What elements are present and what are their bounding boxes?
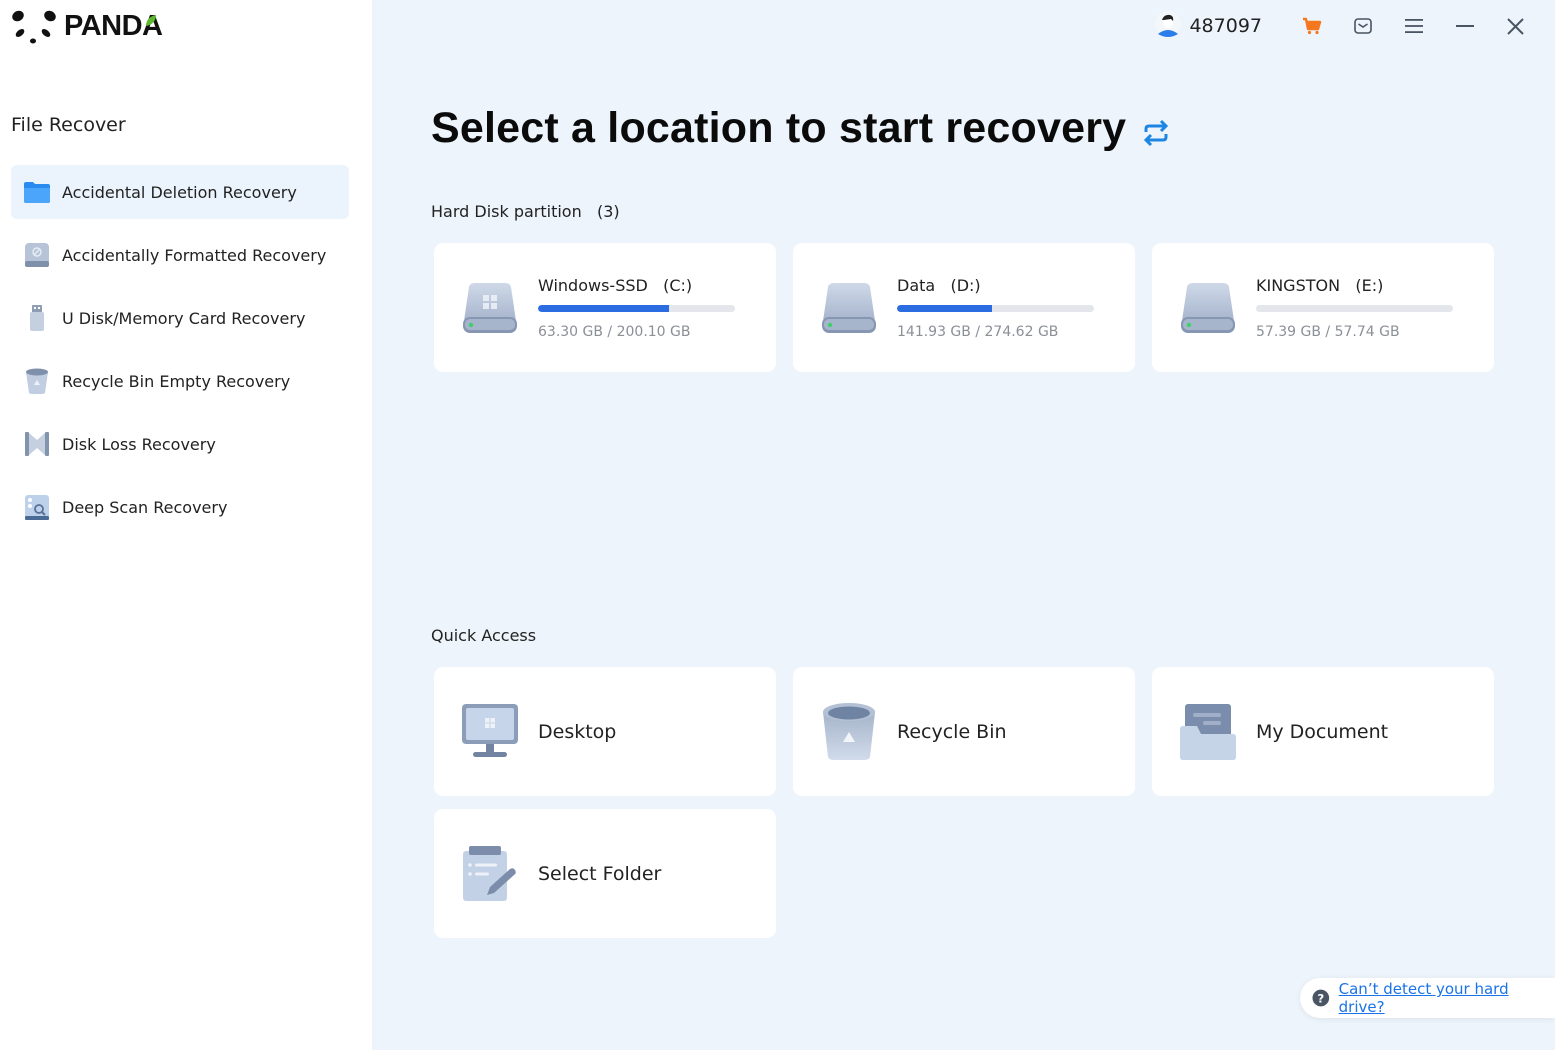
quick-access-select-folder[interactable]: Select Folder [434,809,776,938]
usage-bar-fill [897,304,993,312]
minimize-icon [1455,25,1474,27]
partition-card-d[interactable]: Data (D:) 141.93 GB / 274.62 GB [793,243,1135,372]
disk-loss-icon [23,430,51,458]
partition-size: 57.39 GB / 57.74 GB [1256,323,1400,340]
usage-bar [1256,304,1453,312]
sidebar-nav: Accidental Deletion Recovery Accidentall… [11,165,349,543]
partition-size: 141.93 GB / 274.62 GB [897,323,1059,340]
usb-drive-icon [23,304,51,332]
message-button[interactable] [1337,6,1388,46]
menu-button[interactable] [1388,6,1439,46]
desktop-icon [460,702,520,762]
partition-name: KINGSTON (E:) [1256,276,1453,295]
partition-card-c[interactable]: Windows-SSD (C:) 63.30 GB / 200.10 GB [434,243,776,372]
sidebar-item-deep-scan[interactable]: Deep Scan Recovery [11,480,349,534]
select-folder-icon [460,844,520,904]
formatted-disk-icon [23,241,51,269]
partition-label: Windows-SSD [538,275,648,295]
quick-access-label: Recycle Bin [897,720,1007,743]
partitions-label: Hard Disk partition [431,202,582,221]
document-folder-icon [1178,702,1238,762]
help-banner: ? Can’t detect your hard drive? [1300,978,1555,1018]
quick-access-recycle-bin[interactable]: Recycle Bin [793,667,1135,796]
page-title-text: Select a location to start recovery [431,104,1127,152]
cart-icon [1302,17,1321,35]
leaf-icon [146,15,156,26]
usage-bar [538,304,735,312]
panda-logo-icon [12,10,56,44]
quick-access-desktop[interactable]: Desktop [434,667,776,796]
partition-label: KINGSTON [1256,275,1341,295]
partition-card-e[interactable]: KINGSTON (E:) 57.39 GB / 57.74 GB [1152,243,1494,372]
section-title: File Recover [11,114,126,136]
partitions-count: (3) [597,202,620,221]
partition-letter: (C:) [663,275,693,295]
svg-text:?: ? [1317,991,1324,1005]
user-id: 487097 [1189,15,1262,37]
brand-logo: PANDA [10,6,163,46]
sidebar-item-label: Disk Loss Recovery [62,434,216,454]
question-icon: ? [1312,989,1330,1007]
page-title: Select a location to start recovery [431,104,1170,153]
partition-list: Windows-SSD (C:) 63.30 GB / 200.10 GB Da… [434,243,1494,372]
user-account[interactable]: 487097 [1155,11,1262,41]
message-icon [1353,18,1372,34]
partition-info: KINGSTON (E:) 57.39 GB / 57.74 GB [1256,276,1453,340]
partition-info: Windows-SSD (C:) 63.30 GB / 200.10 GB [538,276,735,340]
sidebar-item-label: Recycle Bin Empty Recovery [62,371,291,391]
sidebar-item-label: Accidental Deletion Recovery [62,182,297,202]
hard-drive-icon [819,278,879,338]
sidebar: PANDA File Recover Accidental Deletion R… [0,0,372,1050]
sidebar-item-label: U Disk/Memory Card Recovery [62,308,306,328]
usage-bar-fill [538,304,670,312]
partitions-heading: Hard Disk partition (3) [431,202,620,221]
partition-size: 63.30 GB / 200.10 GB [538,323,691,340]
quick-access-label: Select Folder [538,862,662,885]
partition-letter: (D:) [950,275,981,295]
windows-drive-icon [460,278,520,338]
partition-label: Data [897,275,936,295]
sidebar-item-accidental-deletion[interactable]: Accidental Deletion Recovery [11,165,349,219]
close-button[interactable] [1490,6,1541,46]
cant-detect-drive-link[interactable]: Can’t detect your hard drive? [1339,980,1555,1016]
sidebar-item-u-disk-memory-card[interactable]: U Disk/Memory Card Recovery [11,291,349,345]
refresh-icon [1144,119,1169,146]
recycle-bin-icon [23,367,51,395]
sidebar-item-label: Accidentally Formatted Recovery [62,245,327,265]
sidebar-item-label: Deep Scan Recovery [62,497,228,517]
refresh-button[interactable] [1142,119,1170,147]
quick-access-label: My Document [1256,720,1389,743]
usage-bar [897,304,1094,312]
sidebar-item-accidentally-formatted[interactable]: Accidentally Formatted Recovery [11,228,349,282]
partition-name: Data (D:) [897,276,1094,295]
quick-access-list: Desktop Recycle Bin My Document Select F… [434,667,1494,938]
recycle-bin-icon [819,702,879,762]
quick-access-label: Desktop [538,720,617,743]
minimize-button[interactable] [1439,6,1490,46]
sidebar-item-disk-loss[interactable]: Disk Loss Recovery [11,417,349,471]
close-icon [1507,17,1524,35]
sidebar-item-recycle-bin-empty[interactable]: Recycle Bin Empty Recovery [11,354,349,408]
hard-drive-icon [1178,278,1238,338]
partition-letter: (E:) [1355,275,1384,295]
menu-icon [1404,19,1423,33]
quick-access-heading: Quick Access [431,626,537,645]
avatar[interactable] [1155,11,1182,41]
folder-icon [23,178,51,206]
partition-name: Windows-SSD (C:) [538,276,735,295]
cart-button[interactable] [1286,6,1337,46]
quick-access-my-document[interactable]: My Document [1152,667,1494,796]
partition-info: Data (D:) 141.93 GB / 274.62 GB [897,276,1094,340]
title-bar: 487097 [1155,0,1555,52]
deep-scan-icon [23,493,51,521]
